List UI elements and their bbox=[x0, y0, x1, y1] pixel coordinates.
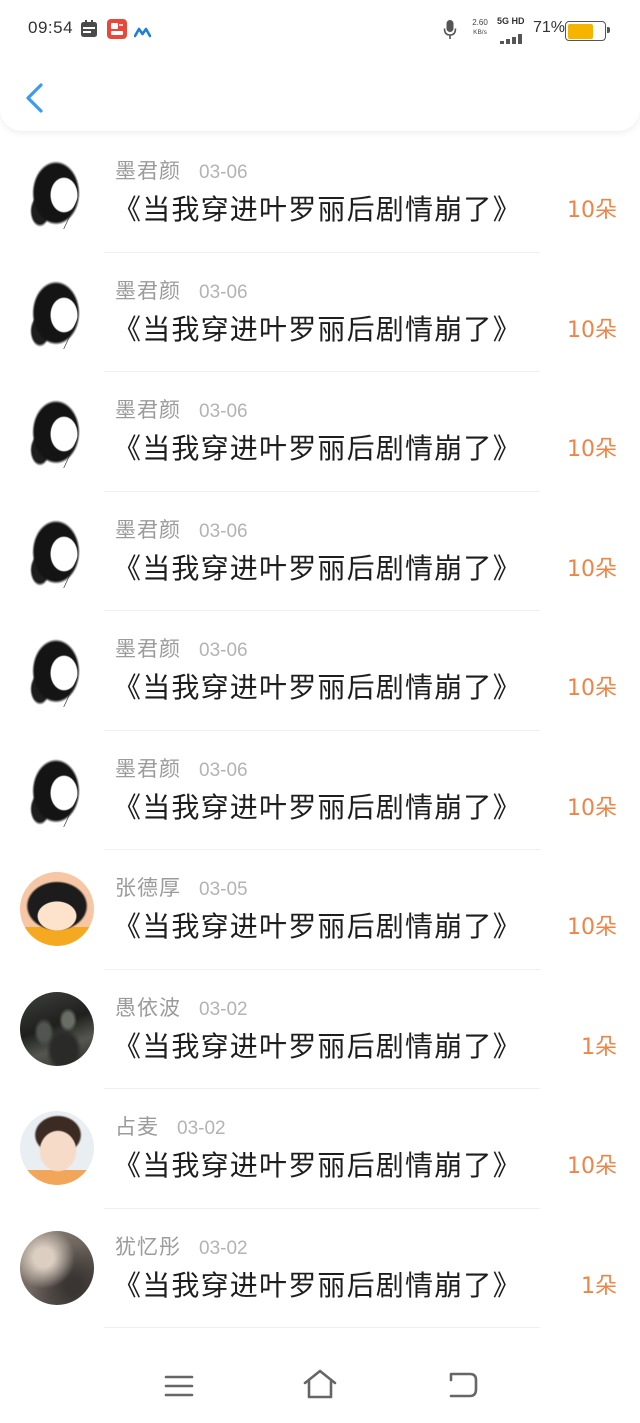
sender-name: 墨君颜 bbox=[115, 278, 181, 303]
system-nav-bar bbox=[0, 1345, 640, 1423]
send-date: 03-06 bbox=[199, 640, 248, 661]
home-icon[interactable] bbox=[302, 1368, 338, 1400]
item-meta: 墨君颜 03-06 bbox=[115, 635, 248, 663]
book-title: 《当我穿进叶罗丽后剧情崩了》 bbox=[113, 671, 522, 704]
avatar[interactable] bbox=[20, 872, 94, 946]
gift-amount: 10朵 bbox=[567, 317, 617, 343]
sender-name: 占麦 bbox=[115, 1115, 159, 1139]
book-title: 《当我穿进叶罗丽后剧情崩了》 bbox=[113, 193, 522, 226]
send-date: 03-06 bbox=[199, 759, 248, 781]
battery-nub bbox=[607, 27, 610, 33]
signal-icon bbox=[500, 29, 526, 44]
item-meta: 张德厚 03-05 bbox=[115, 874, 248, 902]
avatar[interactable] bbox=[20, 752, 94, 827]
sender-name: 墨君颜 bbox=[115, 637, 181, 661]
send-date: 03-02 bbox=[199, 1237, 248, 1259]
list-item[interactable]: 墨君颜 03-06 《当我穿进叶罗丽后剧情崩了》 10朵 bbox=[0, 731, 640, 850]
gift-amount: 10朵 bbox=[567, 556, 617, 582]
avatar[interactable] bbox=[20, 155, 94, 229]
calendar-icon bbox=[80, 20, 98, 38]
list-item[interactable]: 墨君颜 03-06 《当我穿进叶罗丽后剧情崩了》 10朵 bbox=[0, 611, 640, 731]
book-title: 《当我穿进叶罗丽后剧情崩了》 bbox=[113, 910, 522, 943]
send-date: 03-06 bbox=[199, 520, 248, 542]
send-date: 03-02 bbox=[177, 1118, 226, 1139]
network-speed: 2.60 KB/s bbox=[468, 18, 492, 38]
microphone-icon bbox=[443, 19, 457, 41]
network-type: 5G HD bbox=[497, 16, 525, 26]
book-title: 《当我穿进叶罗丽后剧情崩了》 bbox=[113, 1029, 522, 1063]
book-title: 《当我穿进叶罗丽后剧情崩了》 bbox=[113, 432, 522, 465]
avatar[interactable] bbox=[20, 274, 94, 349]
item-meta: 犹忆彤 03-02 bbox=[115, 1233, 248, 1261]
sender-name: 张德厚 bbox=[115, 876, 181, 900]
item-meta: 墨君颜 03-06 bbox=[115, 516, 248, 544]
sender-name: 犹忆彤 bbox=[115, 1234, 181, 1259]
sender-name: 墨君颜 bbox=[115, 517, 181, 542]
back-button[interactable] bbox=[20, 78, 50, 118]
avatar[interactable] bbox=[20, 991, 94, 1066]
list-item[interactable]: 愚依波 03-02 《当我穿进叶罗丽后剧情崩了》 1朵 bbox=[0, 970, 640, 1089]
network-speed-value: 2.60 bbox=[472, 18, 488, 27]
blue-app-icon bbox=[133, 23, 152, 38]
back-icon[interactable] bbox=[447, 1370, 479, 1400]
list-item[interactable]: 墨君颜 03-06 《当我穿进叶罗丽后剧情崩了》 10朵 bbox=[0, 372, 640, 492]
avatar[interactable] bbox=[20, 1111, 94, 1185]
header-card: 09:54 2.60 KB/s 5G HD 71% bbox=[0, 0, 640, 131]
gift-amount: 1朵 bbox=[581, 1273, 617, 1299]
battery-level bbox=[567, 23, 594, 39]
list-item[interactable]: 墨君颜 03-06 《当我穿进叶罗丽后剧情崩了》 10朵 bbox=[0, 253, 640, 372]
sender-name: 墨君颜 bbox=[115, 756, 181, 781]
list-item[interactable]: 张德厚 03-05 《当我穿进叶罗丽后剧情崩了》 10朵 bbox=[0, 850, 640, 970]
avatar[interactable] bbox=[20, 633, 94, 707]
list-item[interactable]: 墨君颜 03-06 《当我穿进叶罗丽后剧情崩了》 10朵 bbox=[0, 492, 640, 611]
gift-amount: 10朵 bbox=[567, 676, 617, 701]
battery-icon bbox=[565, 21, 610, 41]
status-bar: 09:54 2.60 KB/s 5G HD 71% bbox=[0, 0, 640, 56]
book-title: 《当我穿进叶罗丽后剧情崩了》 bbox=[113, 551, 522, 585]
sender-name: 愚依波 bbox=[115, 995, 181, 1020]
book-title: 《当我穿进叶罗丽后剧情崩了》 bbox=[113, 312, 522, 346]
gift-amount: 10朵 bbox=[567, 915, 617, 940]
book-title: 《当我穿进叶罗丽后剧情崩了》 bbox=[113, 790, 522, 824]
avatar[interactable] bbox=[20, 1230, 94, 1305]
gift-amount: 10朵 bbox=[567, 437, 617, 462]
avatar[interactable] bbox=[20, 513, 94, 588]
item-meta: 墨君颜 03-06 bbox=[115, 157, 248, 185]
network-speed-unit: KB/s bbox=[473, 29, 487, 36]
item-meta: 愚依波 03-02 bbox=[115, 994, 248, 1022]
list-item[interactable]: 犹忆彤 03-02 《当我穿进叶罗丽后剧情崩了》 1朵 bbox=[0, 1209, 640, 1328]
gift-amount: 10朵 bbox=[567, 1154, 617, 1179]
book-title: 《当我穿进叶罗丽后剧情崩了》 bbox=[113, 1268, 522, 1302]
gift-amount: 10朵 bbox=[567, 795, 617, 821]
item-meta: 墨君颜 03-06 bbox=[115, 277, 248, 305]
gift-amount: 1朵 bbox=[581, 1034, 617, 1060]
item-meta: 占麦 03-02 bbox=[115, 1113, 226, 1141]
send-date: 03-06 bbox=[199, 281, 248, 303]
battery-percent: 71% bbox=[533, 19, 566, 36]
send-date: 03-02 bbox=[199, 998, 248, 1020]
chevron-left-icon bbox=[26, 83, 43, 113]
send-date: 03-06 bbox=[199, 162, 248, 183]
book-title: 《当我穿进叶罗丽后剧情崩了》 bbox=[113, 1149, 522, 1182]
avatar[interactable] bbox=[20, 394, 94, 468]
list-item[interactable]: 墨君颜 03-06 《当我穿进叶罗丽后剧情崩了》 10朵 bbox=[0, 133, 640, 253]
sender-name: 墨君颜 bbox=[115, 159, 181, 183]
send-date: 03-05 bbox=[199, 879, 248, 900]
gift-list: 墨君颜 03-06 《当我穿进叶罗丽后剧情崩了》 10朵 墨君颜 03-06 《当我… bbox=[0, 133, 640, 1328]
status-time: 09:54 bbox=[28, 18, 74, 37]
row-divider bbox=[104, 1327, 540, 1328]
item-meta: 墨君颜 03-06 bbox=[115, 755, 248, 783]
sender-name: 墨君颜 bbox=[115, 398, 181, 422]
list-item[interactable]: 占麦 03-02 《当我穿进叶罗丽后剧情崩了》 10朵 bbox=[0, 1089, 640, 1209]
red-app-icon bbox=[107, 19, 127, 39]
item-meta: 墨君颜 03-06 bbox=[115, 396, 248, 424]
gift-amount: 10朵 bbox=[567, 198, 617, 223]
menu-icon[interactable] bbox=[164, 1373, 194, 1399]
send-date: 03-06 bbox=[199, 401, 248, 422]
